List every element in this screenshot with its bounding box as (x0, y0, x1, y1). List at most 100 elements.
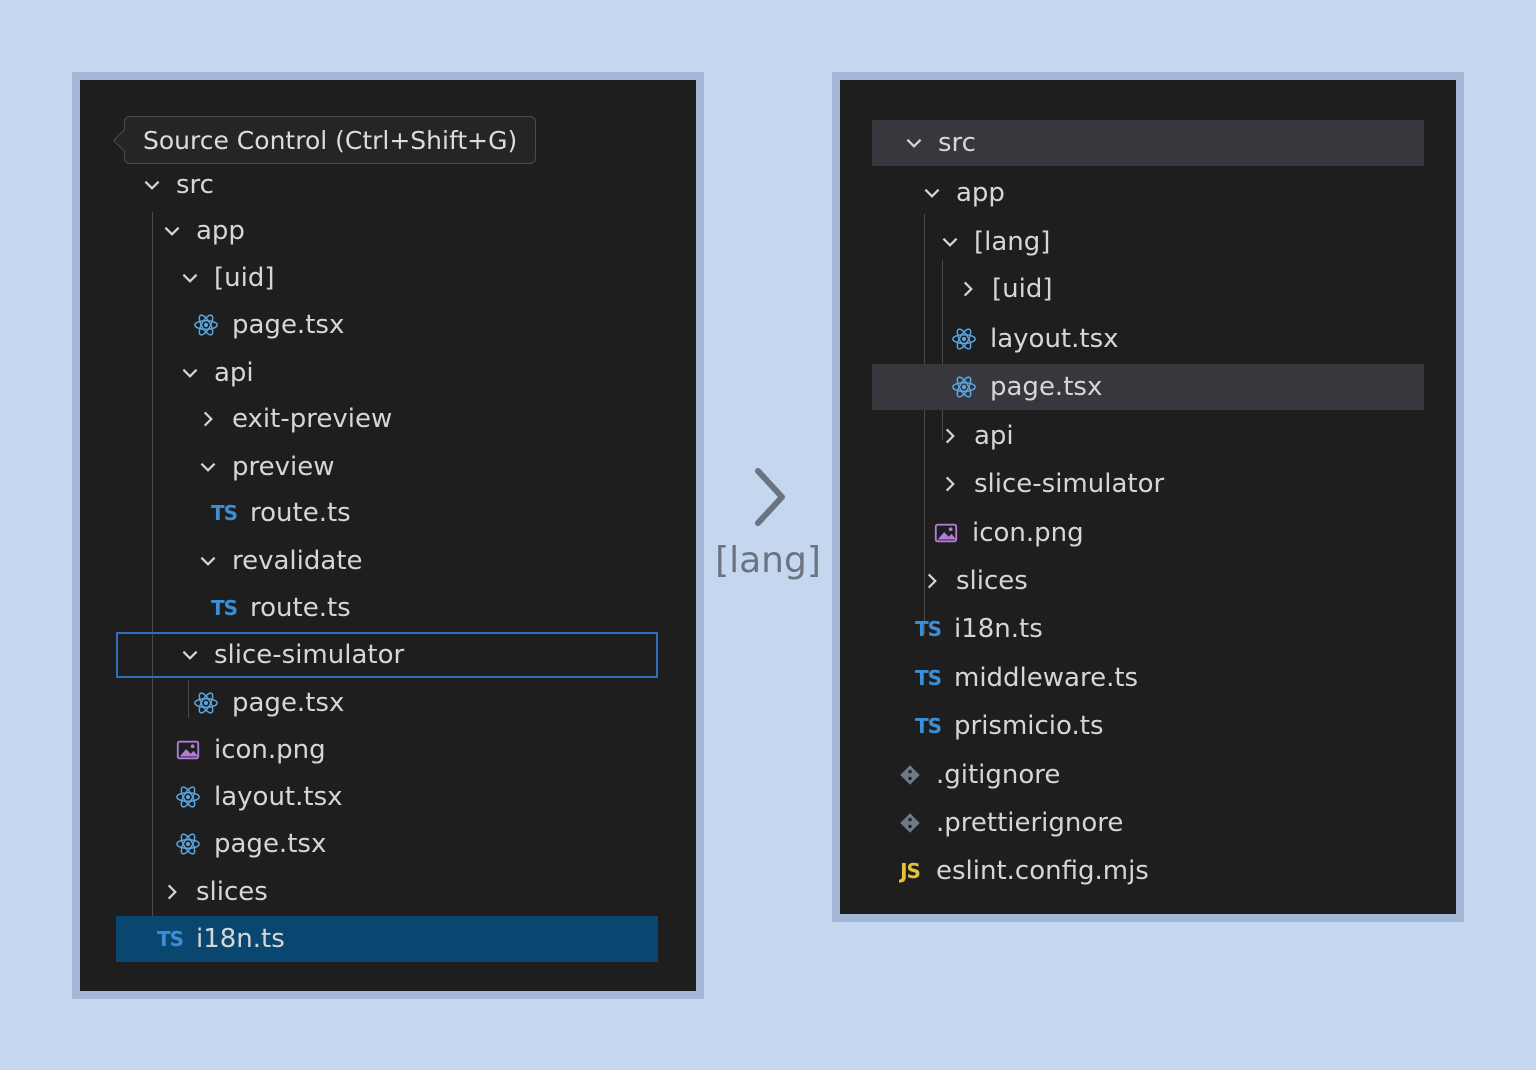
tree-row-file[interactable]: TS route.ts (210, 585, 650, 631)
tree-row-file[interactable]: TS prismicio.ts (914, 703, 1414, 749)
tree-row-label: revalidate (232, 546, 363, 576)
image-icon (174, 736, 202, 764)
tree-row-label: api (974, 421, 1014, 451)
tree-row-file[interactable]: page.tsx (192, 680, 652, 726)
tree-row-label: i18n.ts (196, 924, 285, 954)
tree-row-app[interactable]: app (920, 170, 1420, 216)
tree-row-label: layout.tsx (214, 782, 343, 812)
react-icon (950, 373, 978, 401)
chevron-right-icon (196, 407, 220, 431)
tree-row-file[interactable]: .gitignore (896, 752, 1416, 798)
git-icon (896, 761, 924, 789)
tree-row-label: exit-preview (232, 404, 393, 434)
tree-row-slice-simulator[interactable]: slice-simulator (116, 632, 658, 678)
tree-row-label: slice-simulator (214, 640, 405, 670)
react-icon (192, 311, 220, 339)
tree-row-exit-preview[interactable]: exit-preview (196, 396, 656, 442)
image-icon (932, 519, 960, 547)
tree-row-uid[interactable]: [uid] (178, 255, 658, 301)
transition-label: [lang] (715, 540, 821, 581)
tree-row-lang[interactable]: [lang] (938, 219, 1418, 265)
chevron-right-icon (160, 880, 184, 904)
tree-row-slices[interactable]: slices (160, 869, 660, 915)
tree-row-label: src (938, 128, 976, 158)
tree-row-label: .prettierignore (936, 808, 1124, 838)
tree-row-label: [uid] (214, 263, 275, 293)
explorer-panel-after: src app [lang] [uid] layout.tsx page.tsx… (832, 72, 1464, 922)
typescript-icon: TS (210, 596, 238, 620)
tree-row-label: slices (956, 566, 1028, 596)
tree-row-file[interactable]: TS route.ts (210, 490, 650, 536)
chevron-down-icon (178, 643, 202, 667)
indent-guide (188, 680, 189, 718)
source-control-tooltip: Source Control (Ctrl+Shift+G) (124, 116, 537, 164)
tree-row-label: route.ts (250, 593, 351, 623)
tree-row-uid[interactable]: [uid] (956, 266, 1416, 312)
tree-row-file[interactable]: JS eslint.config.mjs (896, 848, 1416, 894)
tree-row-src[interactable]: src (872, 120, 1424, 166)
tree-row-file[interactable]: page.tsx (174, 821, 654, 867)
tree-row-file[interactable]: page.tsx (192, 302, 652, 348)
tree-row-label: prismicio.ts (954, 711, 1104, 741)
tree-row-label: page.tsx (232, 688, 345, 718)
tree-row-label: eslint.config.mjs (936, 856, 1149, 886)
chevron-down-icon (196, 549, 220, 573)
chevron-right-icon (938, 424, 962, 448)
tree-row-revalidate[interactable]: revalidate (196, 538, 656, 584)
tree-row-label: page.tsx (232, 310, 345, 340)
tree-row-file[interactable]: layout.tsx (174, 774, 654, 820)
tree-row-label: layout.tsx (990, 324, 1119, 354)
chevron-right-icon (755, 468, 785, 526)
tree-row-page[interactable]: page.tsx (872, 364, 1424, 410)
explorer-panel-before: src app [uid] page.tsx api exit-preview … (72, 72, 704, 999)
typescript-icon: TS (914, 666, 942, 690)
react-icon (192, 689, 220, 717)
tree-row-label: page.tsx (214, 829, 327, 859)
chevron-down-icon (178, 266, 202, 290)
tree-row-api[interactable]: api (178, 350, 658, 396)
tree-row-slice-simulator[interactable]: slice-simulator (938, 461, 1418, 507)
typescript-icon: TS (210, 501, 238, 525)
tree-row-label: slices (196, 877, 268, 907)
tree-row-api[interactable]: api (938, 413, 1418, 459)
tree-row-src[interactable]: src (140, 162, 660, 208)
tree-row-label: [uid] (992, 274, 1053, 304)
chevron-right-icon (956, 277, 980, 301)
tree-row-label: page.tsx (990, 372, 1103, 402)
tree-row-file[interactable]: TS i18n.ts (914, 606, 1414, 652)
react-icon (950, 325, 978, 353)
chevron-down-icon (938, 230, 962, 254)
chevron-down-icon (196, 455, 220, 479)
tree-row-label: slice-simulator (974, 469, 1165, 499)
indent-guide (152, 212, 153, 962)
react-icon (174, 830, 202, 858)
javascript-icon: JS (900, 859, 921, 883)
tree-row-label: api (214, 358, 254, 388)
chevron-right-icon (920, 569, 944, 593)
tree-row-slices[interactable]: slices (920, 558, 1420, 604)
tree-row-i18n[interactable]: TS i18n.ts (116, 916, 658, 962)
tree-row-file[interactable]: layout.tsx (950, 316, 1410, 362)
chevron-down-icon (178, 361, 202, 385)
tree-row-label: middleware.ts (954, 663, 1139, 693)
react-icon (174, 783, 202, 811)
chevron-down-icon (160, 219, 184, 243)
tree-row-file[interactable]: TS middleware.ts (914, 655, 1414, 701)
tree-row-file[interactable]: .prettierignore (896, 800, 1416, 846)
tree-row-preview[interactable]: preview (196, 444, 656, 490)
tree-row-label: app (956, 178, 1005, 208)
tree-row-label: src (176, 170, 214, 200)
tree-row-app[interactable]: app (160, 208, 660, 254)
tree-row-file[interactable]: icon.png (174, 727, 654, 773)
tree-row-label: i18n.ts (954, 614, 1043, 644)
tree-row-file[interactable]: icon.png (932, 510, 1412, 556)
typescript-icon: TS (914, 714, 942, 738)
tree-row-label: route.ts (250, 498, 351, 528)
git-icon (896, 809, 924, 837)
tree-row-label: icon.png (972, 518, 1084, 548)
tree-row-label: icon.png (214, 735, 326, 765)
typescript-icon: TS (156, 927, 184, 951)
tree-row-label: preview (232, 452, 335, 482)
chevron-down-icon (140, 173, 164, 197)
tree-row-label: .gitignore (936, 760, 1061, 790)
